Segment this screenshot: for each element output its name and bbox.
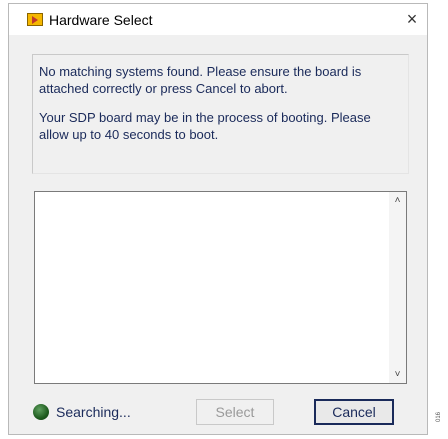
message-box: No matching systems found. Please ensure…: [32, 54, 409, 174]
figure-number: 016: [436, 411, 442, 422]
vertical-scrollbar[interactable]: ˄ ˅: [389, 192, 406, 383]
status-label: Searching...: [56, 404, 131, 420]
scroll-down-icon[interactable]: ˅: [389, 366, 406, 383]
cancel-button[interactable]: Cancel: [314, 399, 394, 425]
title-bar: Hardware Select ×: [9, 4, 427, 35]
hardware-listbox[interactable]: ˄ ˅: [34, 191, 407, 384]
app-icon: [27, 13, 43, 26]
message-line-2: Your SDP board may be in the process of …: [39, 110, 371, 142]
scroll-up-icon[interactable]: ˄: [389, 192, 406, 209]
status-indicator-icon: [33, 404, 49, 420]
close-icon[interactable]: ×: [403, 8, 421, 30]
message-line-1: No matching systems found. Please ensure…: [39, 64, 362, 96]
select-button[interactable]: Select: [196, 399, 274, 425]
window-title: Hardware Select: [49, 12, 153, 28]
hardware-select-dialog: Hardware Select × No matching systems fo…: [8, 3, 428, 435]
